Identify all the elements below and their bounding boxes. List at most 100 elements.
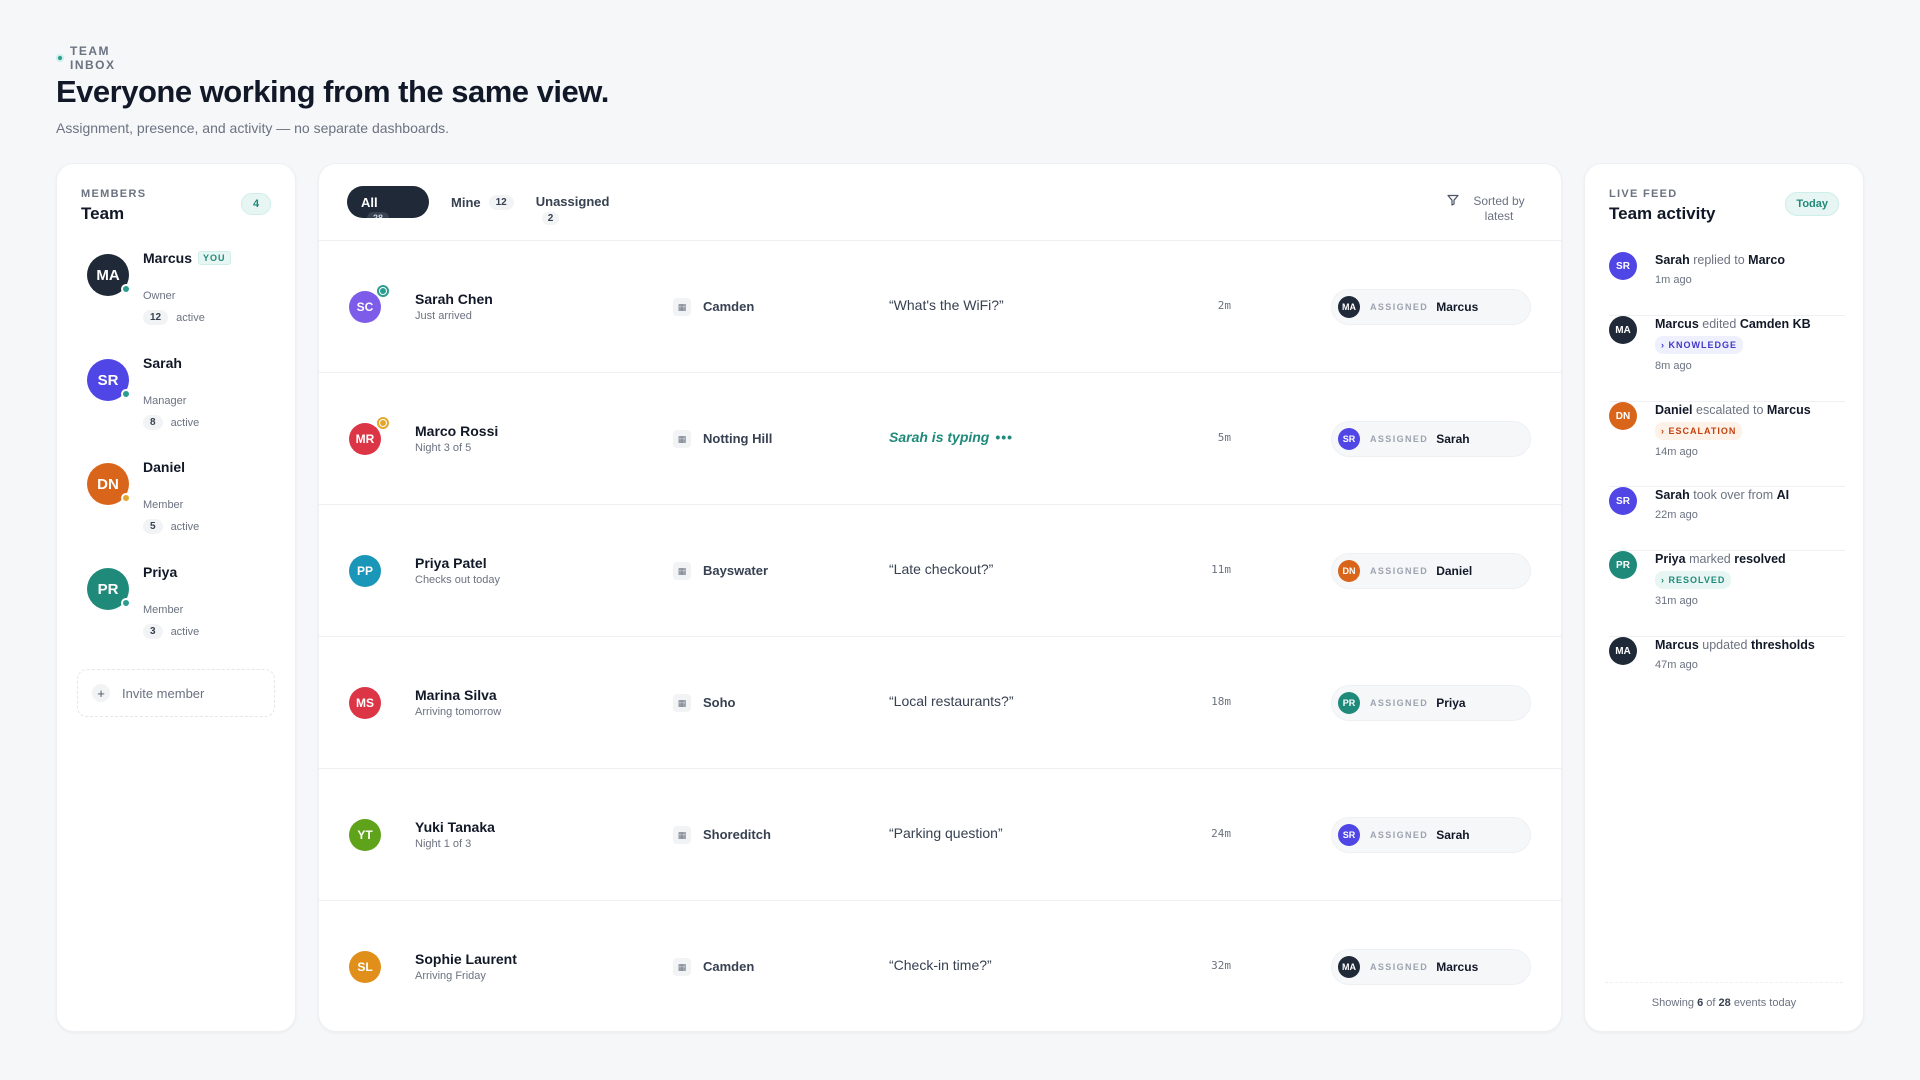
assignee-chip[interactable]: MA ASSIGNED Marcus — [1331, 949, 1531, 985]
assigned-label: ASSIGNED — [1370, 566, 1429, 576]
tab-unassigned[interactable]: Unassigned 2 — [536, 186, 609, 225]
building-icon: ▦ — [673, 562, 691, 580]
event-tag: RESOLVED — [1655, 571, 1732, 589]
message-time: 5m — [1217, 431, 1231, 444]
page-title: Everyone working from the same view. — [56, 74, 609, 109]
active-count: 3 — [143, 624, 163, 639]
event-verb: edited — [1702, 317, 1737, 331]
avatar-initials: MA — [1615, 645, 1631, 657]
member-name: Priya — [143, 564, 178, 580]
event-actor: Priya — [1655, 552, 1686, 566]
feed-event[interactable]: SR Sarah took over from AI 22m ago — [1609, 487, 1845, 551]
last-message: “Check-in time?” — [889, 957, 992, 973]
guest-name: Yuki Tanaka — [415, 819, 495, 835]
avatar-initials: SR — [1616, 260, 1630, 272]
last-message: “What's the WiFi?” — [889, 297, 1004, 313]
event-target: thresholds — [1750, 638, 1815, 652]
feed-footer-total: 28 — [1718, 997, 1731, 1009]
feed-eyebrow: LIVE FEED — [1609, 188, 1678, 200]
actor-avatar: DN — [1609, 402, 1637, 430]
feed-footer-shown: 6 — [1697, 997, 1704, 1009]
feed-event[interactable]: SR Sarah replied to Marco 1m ago — [1609, 252, 1845, 316]
avatar: PR — [87, 568, 131, 610]
event-time: 8m ago — [1655, 360, 1692, 372]
assignee-name: Sarah — [1436, 432, 1470, 446]
conversation-row[interactable]: MR Marco Rossi Night 3 of 5 ▦ Notting Hi… — [319, 373, 1561, 505]
building-icon: ▦ — [673, 958, 691, 976]
typing-dots-icon: ••• — [995, 429, 1014, 445]
feed-event[interactable]: MA Marcus updated thresholds 47m ago — [1609, 637, 1845, 697]
message-time: 11m — [1211, 563, 1231, 576]
avatar: MA — [87, 254, 131, 296]
sort-control[interactable]: Sorted by latest — [1447, 194, 1531, 224]
property: ▦ Soho — [673, 694, 736, 712]
property: ▦ Shoreditch — [673, 826, 771, 844]
assigned-label: ASSIGNED — [1370, 962, 1429, 972]
message-time: 2m — [1217, 299, 1231, 312]
assigned-label: ASSIGNED — [1370, 698, 1429, 708]
member-role: Member — [143, 604, 184, 616]
conversation-row[interactable]: MS Marina Silva Arriving tomorrow ▦ Soho… — [319, 637, 1561, 769]
guest-stay-status: Just arrived — [415, 310, 472, 322]
status-dot-icon — [56, 54, 64, 62]
event-verb: escalated to — [1696, 403, 1764, 417]
event-tag: ESCALATION — [1655, 422, 1743, 440]
member-name: Marcus — [143, 250, 193, 266]
assignee-chip[interactable]: PR ASSIGNED Priya — [1331, 685, 1531, 721]
assignee-chip[interactable]: SR ASSIGNED Sarah — [1331, 421, 1531, 457]
page-eyebrow: TEAM INBOX — [56, 44, 609, 72]
avatar-initials: PP — [356, 564, 373, 578]
conversation-row[interactable]: PP Priya Patel Checks out today ▦ Bayswa… — [319, 505, 1561, 637]
assigned-label: ASSIGNED — [1370, 830, 1429, 840]
avatar-initials: MA — [1615, 324, 1631, 336]
property-name: Bayswater — [703, 563, 769, 578]
building-icon: ▦ — [673, 430, 691, 448]
guest-name: Sarah Chen — [415, 291, 493, 307]
event-actor: Sarah — [1655, 253, 1690, 267]
members-title: Team — [81, 204, 125, 223]
feed-footer: Showing 6 of 28 events today — [1605, 982, 1843, 1009]
assignee-name: Marcus — [1436, 960, 1479, 974]
property-name: Shoreditch — [703, 827, 771, 842]
conversation-row[interactable]: SL Sophie Laurent Arriving Friday ▦ Camd… — [319, 901, 1561, 1033]
sort-label: Sorted by latest — [1473, 194, 1525, 223]
assignee-avatar: MA — [1338, 956, 1360, 978]
last-message: “Local restaurants?” — [889, 693, 1014, 709]
event-time: 47m ago — [1655, 659, 1698, 671]
today-badge[interactable]: Today — [1785, 192, 1839, 216]
active-count: 8 — [143, 415, 163, 430]
assignee-chip[interactable]: MA ASSIGNED Marcus — [1331, 289, 1531, 325]
guest-name: Marco Rossi — [415, 423, 499, 439]
assignee-chip[interactable]: DN ASSIGNED Daniel — [1331, 553, 1531, 589]
assigned-label: ASSIGNED — [1370, 302, 1429, 312]
property: ▦ Camden — [673, 298, 754, 316]
feed-footer-suffix: events today — [1733, 997, 1797, 1009]
guest-stay-status: Night 1 of 3 — [415, 838, 472, 850]
invite-member-button[interactable]: + Invite member — [77, 669, 275, 717]
message-time: 18m — [1211, 695, 1231, 708]
plus-icon: + — [92, 684, 110, 702]
guest-avatar: SL — [349, 951, 381, 983]
avatar-initials: MS — [356, 696, 374, 710]
tab-all[interactable]: All 28 — [347, 186, 429, 218]
event-actor: Marcus — [1655, 638, 1699, 652]
feed-event[interactable]: PR Priya marked resolved RESOLVED 31m ag… — [1609, 551, 1845, 637]
assignee-chip[interactable]: SR ASSIGNED Sarah — [1331, 817, 1531, 853]
assignee-avatar: SR — [1338, 824, 1360, 846]
property-name: Notting Hill — [703, 431, 773, 446]
feed-event[interactable]: DN Daniel escalated to Marcus ESCALATION… — [1609, 402, 1845, 487]
feed-event[interactable]: MA Marcus edited Camden KB KNOWLEDGE 8m … — [1609, 316, 1845, 402]
conversation-row[interactable]: YT Yuki Tanaka Night 1 of 3 ▦ Shoreditch… — [319, 769, 1561, 901]
feed-footer-prefix: Showing — [1651, 997, 1694, 1009]
tab-mine[interactable]: Mine 12 — [451, 186, 514, 218]
conversation-row[interactable]: SC Sarah Chen Just arrived ▦ Camden “Wha… — [319, 241, 1561, 373]
assignee-avatar: PR — [1338, 692, 1360, 714]
assignee-avatar: MA — [1338, 296, 1360, 318]
typing-indicator: Sarah is typing ••• — [889, 429, 1013, 445]
avatar-initials: SR — [1342, 830, 1356, 840]
building-icon: ▦ — [673, 826, 691, 844]
feed-title: Team activity — [1609, 204, 1716, 223]
event-time: 31m ago — [1655, 595, 1698, 607]
actor-avatar: MA — [1609, 637, 1637, 665]
property-name: Soho — [703, 695, 736, 710]
